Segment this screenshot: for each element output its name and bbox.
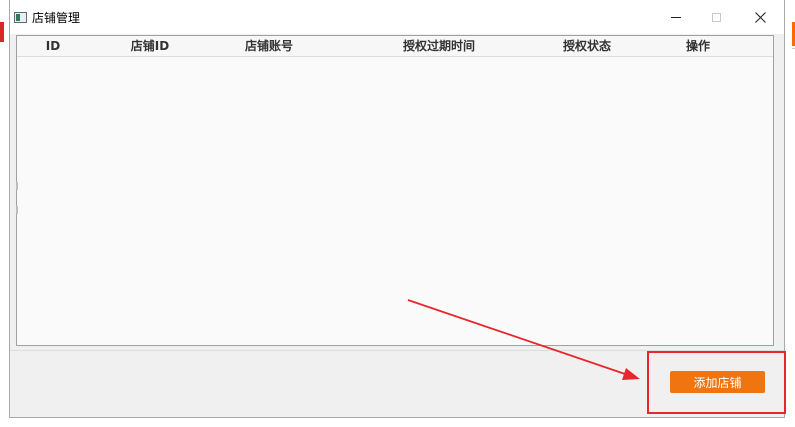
column-header-actions[interactable]: 操作 xyxy=(686,38,710,54)
window-app-icon xyxy=(14,12,27,23)
store-table[interactable]: ID 店铺ID 店铺账号 授权过期时间 授权状态 操作 xyxy=(16,35,774,346)
window-title: 店铺管理 xyxy=(32,11,81,25)
screen: 店铺管理 ID 店铺ID 店铺账号 授权过期时间 授权状态 操作 添加店铺 xyxy=(0,0,795,427)
close-icon xyxy=(754,11,766,23)
title-bar[interactable]: 店铺管理 xyxy=(10,0,784,34)
minimize-icon xyxy=(671,16,681,18)
add-store-button[interactable]: 添加店铺 xyxy=(670,371,765,393)
column-header-store-id[interactable]: 店铺ID xyxy=(131,38,169,54)
column-header-id[interactable]: ID xyxy=(46,38,60,54)
footer-divider xyxy=(10,350,784,351)
background-app-edge xyxy=(0,22,4,42)
row-resize-mark xyxy=(16,182,18,190)
column-header-store-account[interactable]: 店铺账号 xyxy=(245,38,293,54)
column-header-auth-expiry[interactable]: 授权过期时间 xyxy=(403,38,475,54)
column-header-auth-status[interactable]: 授权状态 xyxy=(563,38,611,54)
store-management-window: 店铺管理 ID 店铺ID 店铺账号 授权过期时间 授权状态 操作 xyxy=(9,0,785,418)
maximize-icon xyxy=(711,12,721,22)
close-button[interactable] xyxy=(737,4,783,30)
row-resize-mark xyxy=(16,206,18,214)
maximize-button[interactable] xyxy=(693,4,739,30)
table-header: ID 店铺ID 店铺账号 授权过期时间 授权状态 操作 xyxy=(17,36,773,57)
